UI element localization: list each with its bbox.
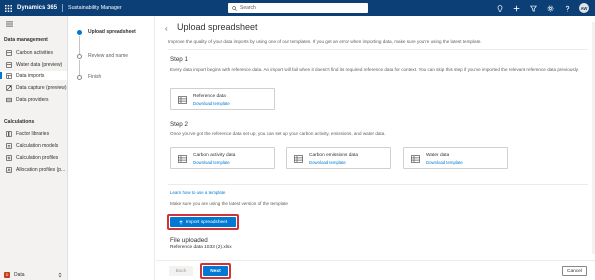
water-data-card: Water data Download template — [403, 147, 508, 169]
nav-item-label: Carbon activities — [16, 49, 53, 56]
water-data-icon — [6, 61, 12, 68]
reference-data-card: Reference data Download template — [170, 88, 275, 110]
plus-icon[interactable] — [508, 0, 525, 16]
card-title: Carbon activity data — [193, 153, 236, 158]
calculation-profile-icon — [6, 154, 12, 161]
search-placeholder: Search — [240, 5, 256, 11]
global-search[interactable]: Search — [228, 3, 368, 13]
step-indicator — [77, 74, 82, 80]
topbar-divider — [62, 4, 64, 12]
spreadsheet-icon — [178, 96, 187, 106]
intro-text: Improve the quality of your data imports… — [168, 39, 482, 44]
user-avatar[interactable]: AW — [579, 3, 589, 13]
left-navigation: Data management Carbon activities Water … — [0, 16, 68, 280]
area-label: Data — [14, 272, 25, 278]
download-template-link[interactable]: Download template — [309, 160, 346, 165]
wizard-steps: Upload spreadsheet Review and name Finis… — [69, 16, 155, 280]
wizard-step-upload: Upload spreadsheet — [77, 29, 136, 35]
nav-item-allocation-profiles[interactable]: Allocation profiles (p... — [0, 165, 67, 174]
card-title: Reference data — [193, 94, 226, 99]
uploaded-file-name: Reference data 1033 (2).xlsx — [170, 245, 232, 250]
nav-item-data-capture[interactable]: Data capture (preview) — [0, 83, 67, 92]
data-capture-icon — [6, 84, 12, 91]
carbon-activity-icon — [6, 49, 12, 56]
step-indicator — [77, 53, 82, 59]
download-template-link[interactable]: Download template — [193, 160, 230, 165]
lightbulb-icon[interactable] — [491, 0, 508, 16]
nav-group-calculations: Calculations — [4, 119, 35, 125]
cancel-button[interactable]: Cancel — [562, 266, 587, 276]
step-indicator-current — [77, 29, 82, 35]
import-button-label: Import spreadsheet — [185, 219, 228, 225]
wizard-step-review: Review and name — [77, 53, 128, 59]
import-spreadsheet-button[interactable]: Import spreadsheet — [170, 217, 236, 227]
app-launcher-icon[interactable] — [0, 0, 16, 16]
nav-item-label: Data capture (preview) — [16, 84, 67, 91]
nav-item-calculation-profiles[interactable]: Calculation profiles — [0, 153, 67, 162]
nav-item-label: Calculation models — [16, 142, 59, 149]
spreadsheet-icon — [178, 155, 187, 165]
back-button[interactable]: Back — [169, 266, 193, 276]
wizard-step-label: Review and name — [88, 53, 129, 59]
card-title: Carbon emissions data — [309, 153, 359, 158]
upload-icon — [179, 219, 183, 224]
app-name[interactable]: Sustainability Manager — [68, 5, 122, 11]
nav-item-data-providers[interactable]: Data providers — [0, 95, 67, 104]
spreadsheet-icon — [411, 155, 420, 165]
file-uploaded-heading: File uploaded — [170, 237, 208, 244]
divider — [168, 49, 588, 50]
nav-item-data-imports[interactable]: Data imports — [0, 71, 67, 80]
step2-heading: Step 2 — [170, 121, 188, 128]
download-template-link[interactable]: Download template — [426, 160, 463, 165]
page-title: Upload spreadsheet — [177, 22, 258, 32]
main-panel: ‹ Upload spreadsheet Improve the quality… — [156, 16, 595, 280]
wizard-step-finish: Finish — [77, 74, 101, 80]
carbon-activity-card: Carbon activity data Download template — [170, 147, 275, 169]
data-imports-icon — [6, 72, 12, 79]
card-title: Water data — [426, 153, 450, 158]
step1-heading: Step 1 — [170, 56, 188, 63]
area-switcher[interactable]: D Data — [0, 270, 67, 280]
hamburger-menu-icon[interactable] — [6, 21, 13, 29]
divider — [168, 184, 588, 185]
step1-description: Every data import begins with reference … — [170, 67, 579, 72]
learn-template-link[interactable]: Learn how to use a template — [170, 190, 225, 195]
filter-icon[interactable] — [525, 0, 542, 16]
nav-item-label: Calculation profiles — [16, 154, 59, 161]
next-button[interactable]: Next — [203, 266, 228, 276]
nav-item-factor-libraries[interactable]: Factor libraries — [0, 129, 67, 138]
latest-template-note: Make sure you are using the latest versi… — [170, 201, 288, 206]
brand-name[interactable]: Dynamics 365 — [17, 5, 57, 11]
nav-group-data-management: Data management — [4, 37, 48, 43]
back-chevron-icon[interactable]: ‹ — [165, 24, 168, 33]
nav-item-label: Data imports — [16, 72, 45, 79]
nav-item-carbon-activities[interactable]: Carbon activities — [0, 48, 67, 57]
step2-description: Once you've got the reference data set u… — [170, 131, 386, 136]
settings-gear-icon[interactable] — [542, 0, 559, 16]
nav-item-label: Allocation profiles (p... — [16, 166, 66, 173]
nav-item-water-data[interactable]: Water data (preview) — [0, 60, 67, 69]
carbon-emissions-card: Carbon emissions data Download template — [286, 147, 391, 169]
wizard-footer: Back Next Cancel — [156, 260, 595, 280]
wizard-step-label: Upload spreadsheet — [88, 29, 136, 35]
top-bar: Dynamics 365 Sustainability Manager Sear… — [0, 0, 595, 16]
allocation-profile-icon — [6, 166, 12, 173]
chevron-updown-icon — [58, 272, 62, 278]
factor-library-icon — [6, 130, 12, 137]
help-icon[interactable] — [559, 0, 576, 16]
nav-item-label: Data providers — [16, 96, 49, 103]
area-badge: D — [4, 272, 10, 278]
calculation-model-icon — [6, 142, 12, 149]
download-template-link[interactable]: Download template — [193, 101, 230, 106]
wizard-step-label: Finish — [88, 74, 102, 80]
nav-item-label: Water data (preview) — [16, 61, 63, 68]
nav-item-label: Factor libraries — [16, 130, 50, 137]
nav-item-calculation-models[interactable]: Calculation models — [0, 141, 67, 150]
spreadsheet-icon — [294, 155, 303, 165]
data-providers-icon — [6, 97, 12, 103]
search-icon — [232, 5, 237, 11]
